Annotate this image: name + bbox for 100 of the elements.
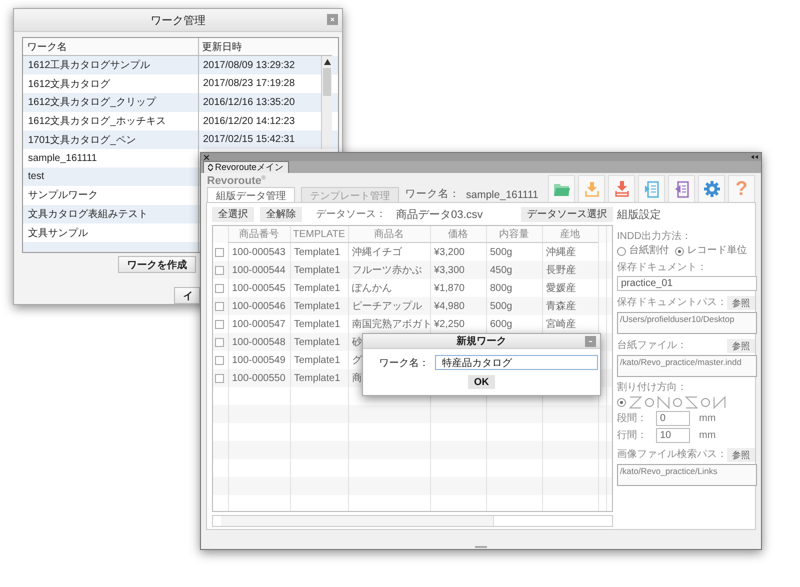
table-cell-text: 1612文具カタログ_クリップ	[27, 96, 158, 110]
field-label: 段間：	[617, 412, 647, 424]
table-cell-text: Template1	[293, 372, 340, 386]
toolbar-button[interactable]	[608, 175, 635, 203]
toolbar-button[interactable]	[548, 175, 575, 203]
tab[interactable]: 組版データ管理	[207, 187, 295, 203]
field-label: 画像ファイル検索パス：	[617, 449, 727, 461]
download-icon	[584, 182, 598, 196]
close-icon[interactable]	[327, 14, 338, 25]
window-title: ワーク管理	[150, 14, 206, 28]
vertical-scrollbar[interactable]	[321, 56, 332, 149]
column-header[interactable]: 更新日時	[198, 38, 321, 56]
column-header[interactable]: ワーク名	[23, 38, 198, 56]
column-header[interactable]: 商品番号	[228, 226, 290, 243]
table-cell-text: 2017/08/09 13:29:32	[202, 58, 296, 73]
table-cell-text: 800g	[489, 282, 512, 296]
table-cell-text: 100-000545	[231, 282, 286, 296]
table-cell-text: 100-000544	[231, 264, 286, 278]
browse-button[interactable]: 参照	[727, 339, 755, 353]
line-gap-field[interactable]: 10	[656, 428, 690, 443]
action-button[interactable]: イ	[174, 287, 200, 304]
scroll-up-arrow-icon[interactable]	[324, 59, 330, 65]
table-cell-text: Template1	[293, 300, 340, 314]
table-cell-text: 沖縄イチゴ	[351, 246, 402, 260]
table-cell-text: 1612工具カタログサンプル	[27, 58, 152, 74]
table-cell-text: 1701文具カタログ_ペン	[27, 134, 137, 148]
row-checkbox[interactable]	[215, 266, 224, 274]
panel-tab[interactable]: Revorouteメイン	[203, 161, 289, 173]
radio-label: 台紙割付	[629, 245, 669, 257]
table-cell-text: 600g	[489, 318, 512, 332]
scroll-thumb[interactable]	[323, 68, 331, 96]
table-cell-text: sample_161111	[27, 152, 98, 166]
table-cell-text: 南国完熟アボガト	[351, 318, 432, 332]
unit-label: mm	[699, 412, 716, 424]
table-cell-text: 2016/12/20 14:12:23	[202, 114, 296, 129]
browse-button[interactable]: 参照	[727, 448, 755, 462]
master-file-field[interactable]: /kato/Revo_practice/master.indd	[617, 355, 757, 377]
document-path-field[interactable]: /Users/profielduser10/Desktop	[617, 312, 757, 334]
table-cell-text: 沖縄産	[545, 246, 576, 260]
table-cell-text: グ	[351, 354, 362, 368]
table-cell-text: ¥1,870	[433, 282, 465, 296]
work-name-field[interactable]: 特産品カタログ	[435, 355, 598, 370]
toolbar-button[interactable]	[698, 175, 725, 203]
folder-icon	[554, 182, 570, 196]
row-checkbox[interactable]	[215, 374, 224, 382]
table-cell-text: 砂	[351, 336, 362, 350]
ok-button[interactable]: OK	[468, 375, 495, 389]
close-icon[interactable]	[585, 336, 596, 347]
table-cell-text: 文具サンプル	[27, 226, 89, 241]
table-cell-text: 100-000550	[231, 372, 286, 386]
radio-label: レコード単位	[687, 245, 747, 257]
action-button[interactable]: ワークを作成	[118, 256, 196, 273]
row-checkbox[interactable]	[215, 338, 224, 346]
table-cell-text: 500g	[489, 246, 512, 260]
table-cell-text: 長野産	[545, 264, 576, 278]
table-cell-text: Template1	[293, 354, 340, 368]
radio-button[interactable]	[675, 246, 684, 256]
close-icon[interactable]	[204, 154, 209, 160]
field-label: INDD出力方法：	[617, 231, 692, 243]
table-cell-text: フルーツ赤かぶ	[351, 264, 422, 278]
column-header[interactable]: 産地	[542, 226, 598, 243]
radio-button[interactable]	[617, 398, 626, 407]
horizontal-scrollbar[interactable]	[212, 515, 613, 527]
table-cell-text: ピーチアップル	[351, 300, 422, 314]
document-name-field[interactable]: practice_01	[617, 276, 757, 291]
row-checkbox[interactable]	[215, 248, 224, 256]
toolbar-button[interactable]	[668, 175, 695, 203]
datasource-label: データソース：	[316, 208, 386, 221]
row-checkbox[interactable]	[215, 302, 224, 310]
table-cell-text: サンプルワーク	[27, 188, 99, 204]
datasource-select-button[interactable]: データソース選択	[521, 206, 613, 222]
table-cell-text: Template1	[293, 336, 340, 350]
table-cell-text: 2017/08/23 17:19:28	[202, 77, 296, 92]
radio-button[interactable]	[673, 398, 682, 407]
select-all-button[interactable]: 全選択	[212, 206, 254, 222]
dialog-title: 新規ワーク	[456, 334, 506, 348]
radio-button[interactable]	[701, 398, 710, 407]
table-cell-text: Template1	[293, 318, 340, 332]
unit-label: mm	[699, 430, 716, 442]
radio-button[interactable]	[617, 246, 626, 256]
table-cell-text: 文具カタログ表組みテスト	[27, 208, 149, 222]
row-checkbox[interactable]	[215, 284, 224, 292]
column-header[interactable]: 価格	[430, 226, 486, 243]
table-cell-text: 100-000549	[231, 354, 286, 368]
table-cell-text: 2017/02/15 15:42:31	[202, 133, 296, 148]
table-cell-text: test	[27, 170, 46, 184]
row-checkbox[interactable]	[215, 356, 224, 364]
row-checkbox[interactable]	[215, 320, 224, 328]
toolbar-button[interactable]	[578, 175, 605, 203]
browse-button[interactable]: 参照	[727, 296, 755, 310]
field-label: 割り付け方向：	[617, 382, 688, 394]
radio-button[interactable]	[645, 398, 654, 407]
document-export-icon	[674, 180, 688, 198]
toolbar-button[interactable]	[638, 175, 665, 203]
image-path-field[interactable]: /kato/Revo_practice/Links	[617, 464, 757, 486]
collapse-icon[interactable]	[751, 155, 758, 159]
section-title: 組版設定	[617, 208, 662, 222]
work-name: sample_161111	[466, 189, 538, 203]
column-gap-field[interactable]: 0	[656, 411, 690, 426]
deselect-all-button[interactable]: 全解除	[260, 206, 302, 222]
